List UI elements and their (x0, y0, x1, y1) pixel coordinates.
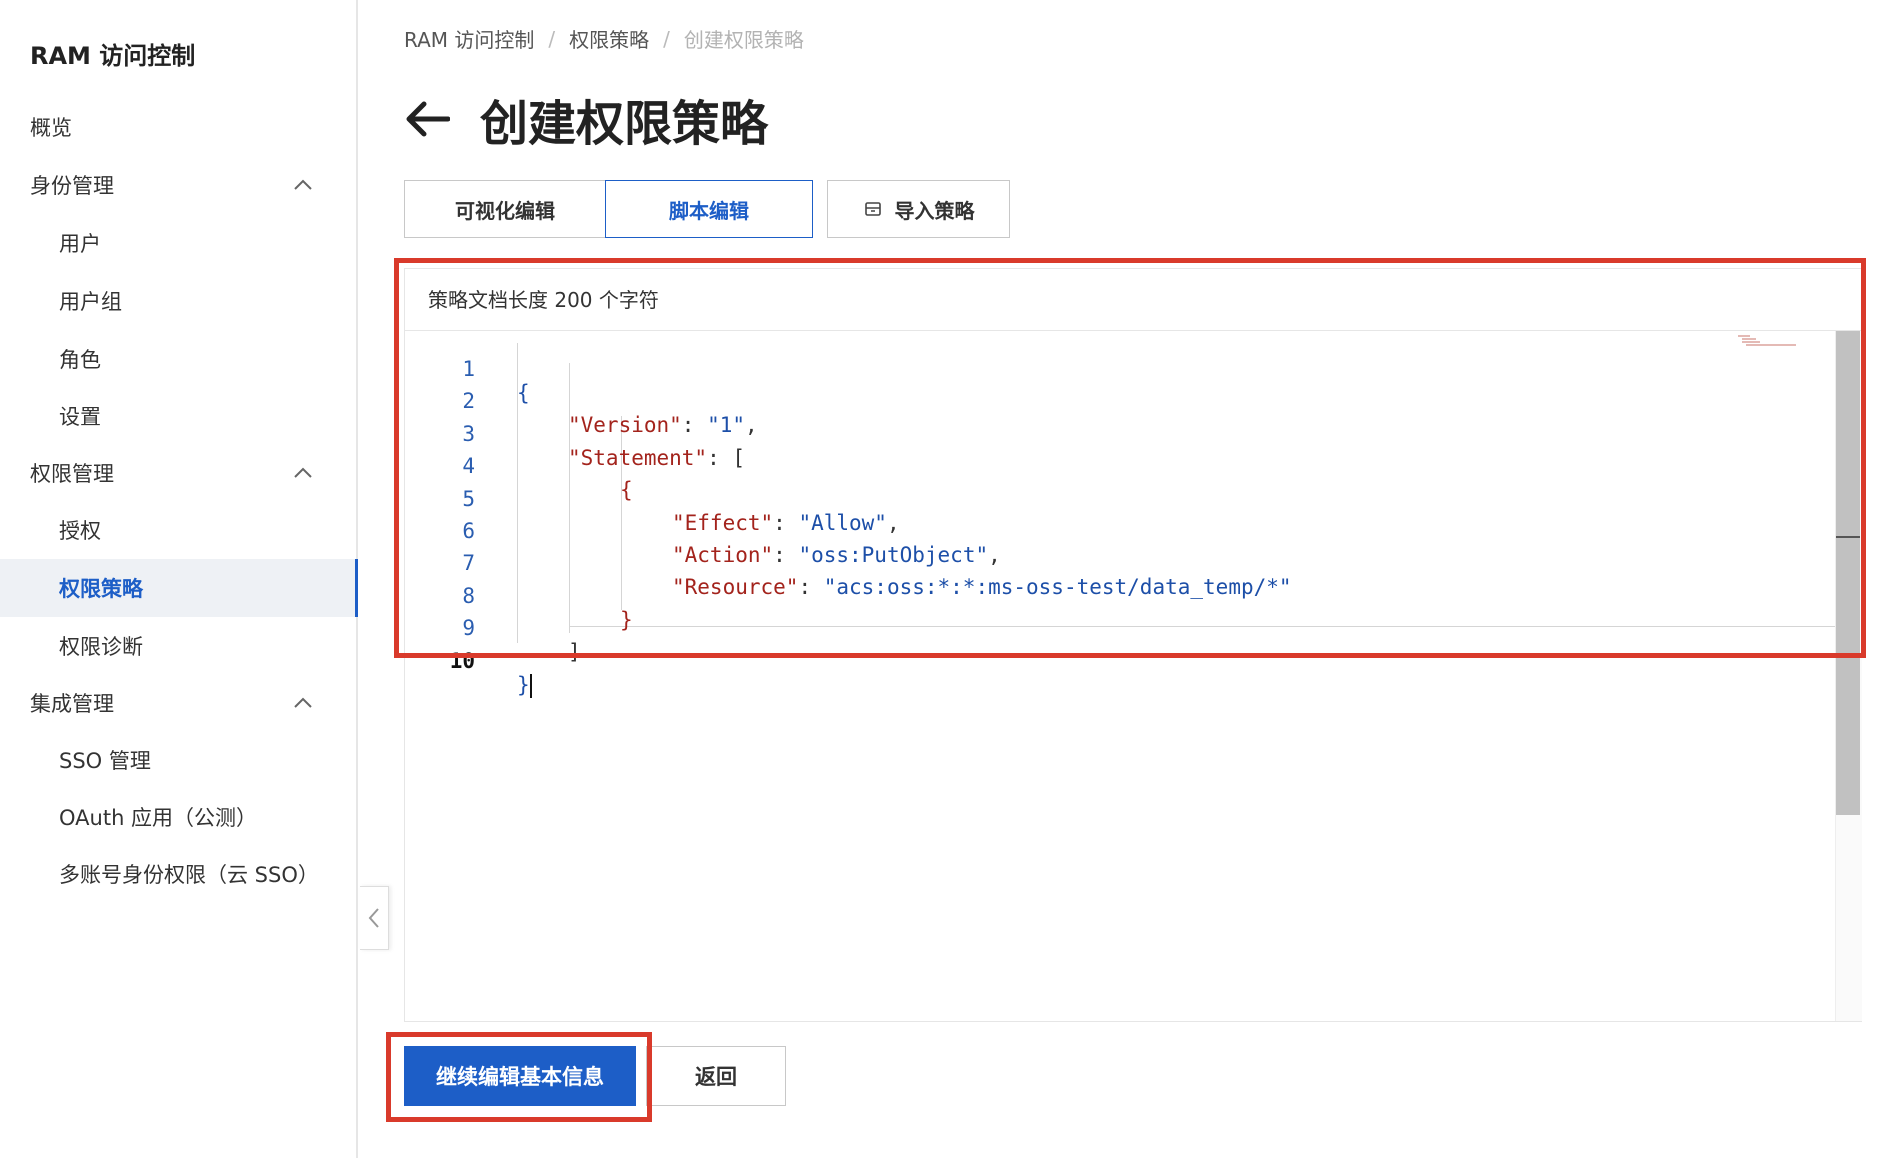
back-arrow-icon[interactable] (404, 99, 450, 139)
sidebar-group-identity[interactable]: 身份管理 (0, 156, 356, 214)
code-token: : (773, 511, 799, 535)
json-key: "Action" (672, 543, 774, 567)
sidebar-item-label: 权限管理 (30, 462, 114, 486)
sidebar-item-label: OAuth 应用（公测） (59, 806, 258, 830)
json-value: "oss:PutObject" (798, 543, 989, 567)
chevron-up-icon[interactable] (292, 692, 314, 714)
sidebar-item-label: 授权 (59, 519, 101, 543)
sidebar-item-label: 权限诊断 (59, 635, 143, 659)
code-token: ] (568, 640, 581, 664)
code-minimap[interactable] (1736, 334, 1800, 348)
code-line: 5 "Effect": "Allow", (405, 463, 899, 535)
sidebar-item-label: 设置 (59, 405, 101, 429)
code-token: , (886, 511, 900, 535)
code-token: , (988, 543, 1001, 567)
text-cursor (529, 674, 532, 698)
json-key: "Resource" (672, 575, 799, 599)
indent-guide (569, 363, 570, 633)
tab-visual-editor[interactable]: 可视化编辑 (404, 180, 606, 238)
breadcrumb-item-current: 创建权限策略 (683, 28, 804, 52)
tab-script-editor[interactable]: 脚本编辑 (605, 180, 813, 238)
code-token: } (620, 608, 633, 632)
chevron-up-icon[interactable] (292, 174, 314, 196)
sidebar-item-overview[interactable]: 概览 (0, 98, 356, 156)
breadcrumb-item-policies[interactable]: 权限策略 (569, 24, 649, 53)
sidebar-item-label: 权限策略 (59, 577, 143, 601)
chevron-left-icon (368, 908, 379, 928)
breadcrumb-separator: / (548, 26, 556, 51)
code-line: 10 } (405, 625, 532, 698)
sidebar-item-diagnostics[interactable]: 权限诊断 (0, 617, 356, 675)
sidebar-item-user-groups[interactable]: 用户组 (0, 272, 356, 330)
code-token: : (681, 413, 708, 437)
sidebar-item-cloud-sso[interactable]: 多账号身份权限（云 SSO） (0, 845, 356, 903)
code-line: 4 { (405, 430, 632, 502)
import-policy-label: 导入策略 (894, 198, 975, 223)
code-token: { (620, 478, 633, 502)
scrollbar-cursor-marker (1836, 536, 1860, 538)
code-line: 1 { (405, 333, 529, 405)
sidebar-title: RAM 访问控制 (30, 42, 196, 70)
sidebar-item-roles[interactable]: 角色 (0, 330, 356, 388)
code-line: 9 ] (405, 592, 580, 664)
code-line: 7 "Resource": "acs:oss:*:*:ms-oss-test/d… (405, 527, 1291, 599)
json-key: "Effect" (672, 511, 774, 535)
sidebar-item-label: 用户组 (59, 290, 122, 314)
code-token: : [ (707, 446, 746, 470)
sidebar-item-grants[interactable]: 授权 (0, 501, 356, 559)
sidebar-item-users[interactable]: 用户 (0, 214, 356, 272)
code-token: , (745, 413, 758, 437)
code-line: 8 } (405, 560, 632, 632)
json-value: "Allow" (798, 511, 887, 535)
sidebar: RAM 访问控制 概览 身份管理 用户 用户组 角色 设置 权限管理 授权 权限… (0, 0, 358, 1158)
sidebar-item-label: 身份管理 (30, 174, 114, 198)
json-value: "acs:oss:*:*:ms-oss-test/data_temp/*" (823, 575, 1292, 599)
json-key: "Statement" (568, 446, 708, 470)
code-token: { (517, 381, 530, 405)
breadcrumb-separator: / (663, 26, 670, 51)
sidebar-item-oauth[interactable]: OAuth 应用（公测） (0, 788, 356, 846)
json-value: "1" (707, 413, 746, 437)
import-policy-button[interactable]: 导入策略 (827, 180, 1010, 238)
code-token: : (798, 575, 824, 599)
breadcrumb-item-ram[interactable]: RAM 访问控制 (404, 24, 534, 53)
sidebar-item-label: SSO 管理 (59, 749, 151, 773)
page-title: 创建权限策略 (480, 96, 769, 152)
code-token: } (517, 673, 530, 697)
sidebar-item-policies[interactable]: 权限策略 (0, 559, 358, 617)
back-button[interactable]: 返回 (646, 1046, 786, 1106)
sidebar-item-sso[interactable]: SSO 管理 (0, 731, 356, 789)
sidebar-item-settings[interactable]: 设置 (0, 387, 356, 445)
sidebar-item-label: 角色 (59, 348, 101, 372)
continue-edit-button[interactable]: 继续编辑基本信息 (404, 1046, 636, 1106)
sidebar-collapse-button[interactable] (360, 886, 389, 950)
code-line: 6 "Action": "oss:PutObject", (405, 495, 1000, 567)
json-key: "Version" (568, 413, 682, 437)
code-token: : (773, 543, 799, 567)
sidebar-item-label: 多账号身份权限（云 SSO） (59, 863, 319, 887)
sidebar-item-label: 概览 (30, 116, 72, 140)
page-header: 创建权限策略 (404, 84, 768, 154)
scrollbar-thumb[interactable] (1836, 331, 1860, 815)
sidebar-item-label: 用户 (59, 232, 101, 256)
editor-mode-tabs: 可视化编辑 脚本编辑 导入策略 (404, 180, 1010, 238)
line-number: 10 (449, 649, 475, 673)
import-icon (864, 202, 881, 216)
code-line: 3 "Statement": [ (405, 398, 745, 470)
sidebar-group-integration[interactable]: 集成管理 (0, 674, 356, 732)
code-editor[interactable]: 1 { 2 "Version": "1", 3 "Statement": [ 4… (405, 331, 1835, 1021)
policy-length-text: 策略文档长度 200 个字符 (428, 288, 659, 312)
folding-rule (569, 626, 1835, 627)
breadcrumb: RAM 访问控制 / 权限策略 / 创建权限策略 (404, 24, 804, 53)
sidebar-group-permissions[interactable]: 权限管理 (0, 444, 356, 502)
code-line: 2 "Version": "1", (405, 365, 757, 437)
sidebar-item-label: 集成管理 (30, 692, 114, 716)
chevron-up-icon[interactable] (292, 462, 314, 484)
